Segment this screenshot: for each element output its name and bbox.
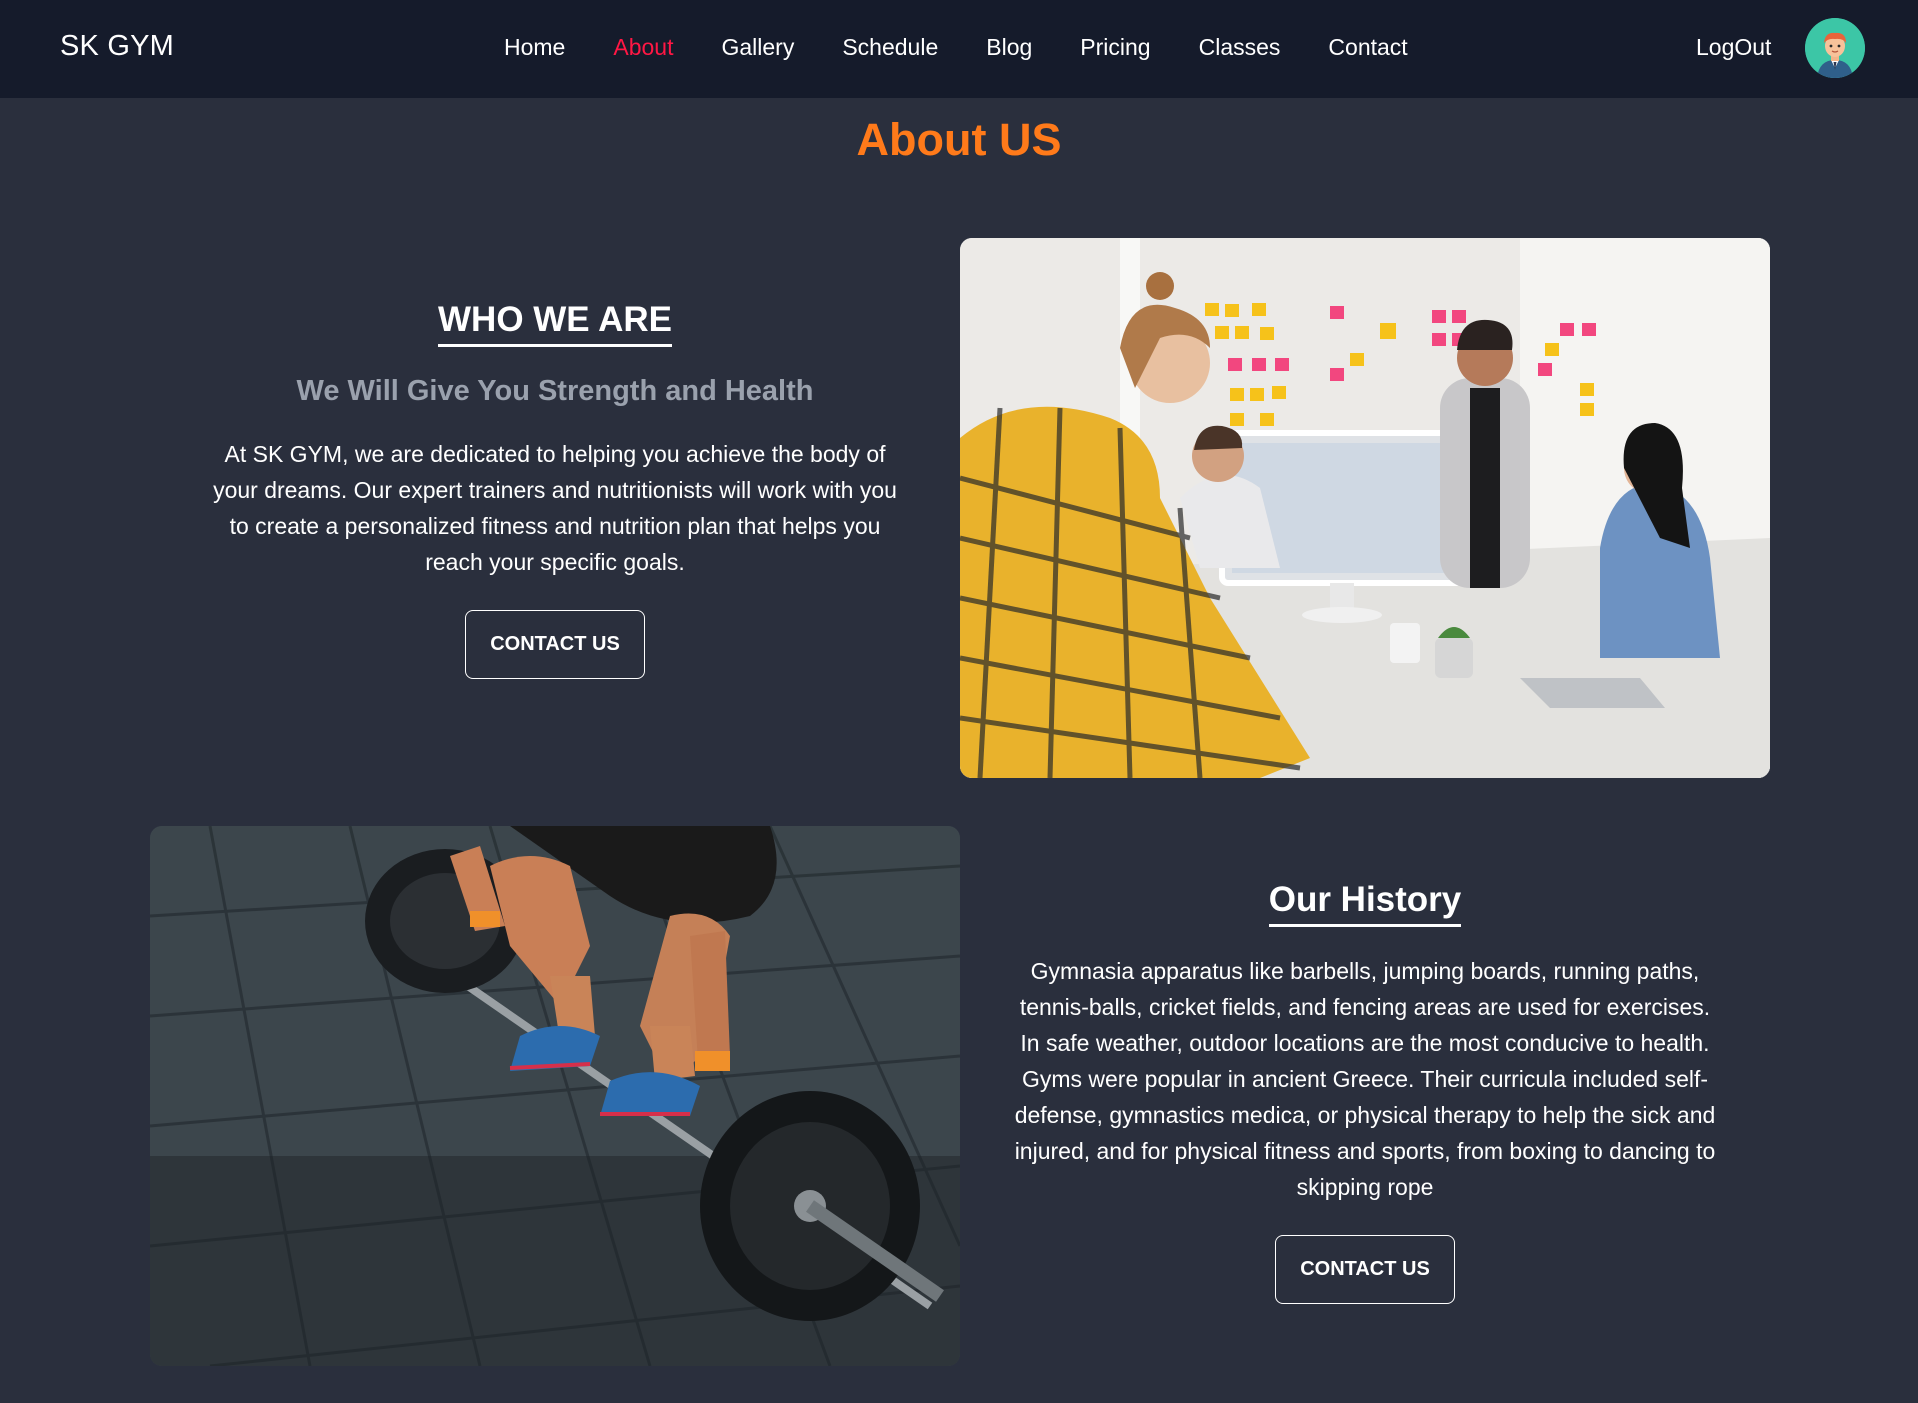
user-avatar-icon[interactable] <box>1805 18 1865 78</box>
nav-home[interactable]: Home <box>504 34 565 61</box>
navbar: SK GYM Home About Gallery Schedule Blog … <box>0 0 1918 98</box>
avatar-illustration <box>1805 18 1865 78</box>
team-meeting-photo <box>960 238 1770 778</box>
contact-us-button[interactable]: CONTACT US <box>1275 1235 1455 1304</box>
barbell-deadlift-photo <box>150 826 960 1366</box>
our-history-section: Our History Gymnasia apparatus like barb… <box>1010 880 1720 1304</box>
who-we-are-heading: WHO WE ARE <box>438 300 672 347</box>
nav-gallery[interactable]: Gallery <box>721 34 794 61</box>
team-meeting-illustration <box>960 238 1770 778</box>
who-we-are-section: WHO WE ARE We Will Give You Strength and… <box>150 300 960 679</box>
our-history-text: Gymnasia apparatus like barbells, jumpin… <box>1014 958 1716 1200</box>
logout-link[interactable]: LogOut <box>1696 34 1771 61</box>
contact-us-button[interactable]: CONTACT US <box>465 610 645 679</box>
page-title: About US <box>856 114 1062 165</box>
nav-schedule[interactable]: Schedule <box>842 34 938 61</box>
who-we-are-text: At SK GYM, we are dedicated to helping y… <box>213 441 897 575</box>
nav-contact[interactable]: Contact <box>1328 34 1407 61</box>
our-history-heading: Our History <box>1268 880 1462 927</box>
nav-pricing[interactable]: Pricing <box>1080 34 1150 61</box>
barbell-deadlift-illustration <box>150 826 960 1366</box>
nav-classes[interactable]: Classes <box>1199 34 1281 61</box>
nav-links: Home About Gallery Schedule Blog Pricing… <box>504 34 1456 61</box>
nav-about[interactable]: About <box>613 34 673 61</box>
nav-blog[interactable]: Blog <box>986 34 1032 61</box>
brand-logo[interactable]: SK GYM <box>60 30 174 63</box>
who-we-are-subheading: We Will Give You Strength and Health <box>296 375 814 407</box>
